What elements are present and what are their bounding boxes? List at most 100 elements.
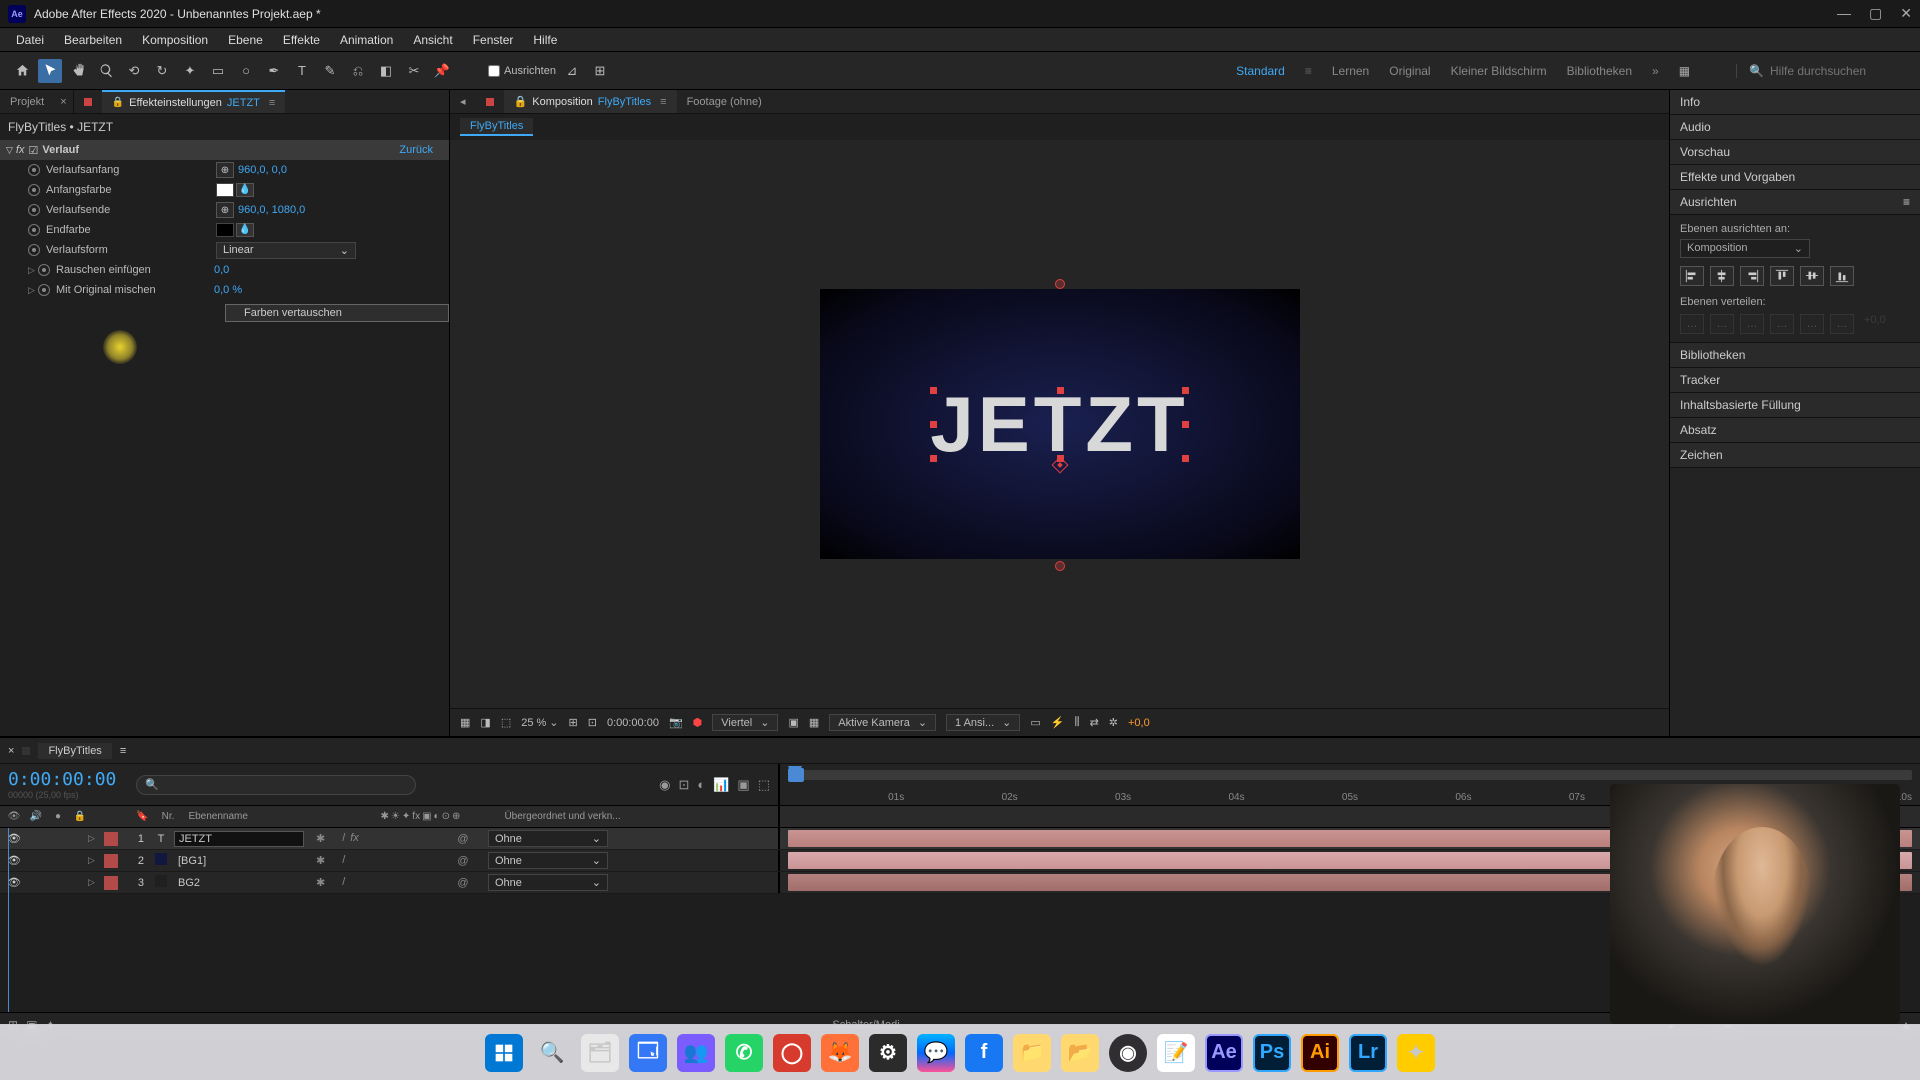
home-tool[interactable]: [10, 59, 34, 83]
roi-icon[interactable]: ▣: [788, 716, 798, 729]
selection-handle[interactable]: [930, 387, 937, 394]
selection-handle[interactable]: [930, 421, 937, 428]
res-grid-icon[interactable]: ⊞: [569, 716, 578, 729]
resolution-select[interactable]: Viertel⌄: [712, 714, 778, 731]
layer-color-swatch[interactable]: [104, 832, 118, 846]
workspace-standard[interactable]: Standard: [1236, 64, 1285, 78]
stopwatch-icon[interactable]: [28, 184, 40, 196]
pickwhip-icon[interactable]: @: [456, 833, 470, 845]
tl-blur-icon[interactable]: ◐: [697, 777, 705, 793]
reset-button[interactable]: Zurück: [399, 144, 443, 156]
timeline-search[interactable]: 🔍: [136, 775, 416, 795]
fast-preview-icon[interactable]: ⚡: [1051, 716, 1065, 729]
tab-komposition[interactable]: 🔒 Komposition FlyByTitles ≡: [504, 90, 677, 113]
maximize-button[interactable]: ▢: [1869, 5, 1882, 22]
lightroom-icon[interactable]: Lr: [1349, 1034, 1387, 1072]
app-icon[interactable]: ⚙: [869, 1034, 907, 1072]
selection-handle[interactable]: [930, 455, 937, 462]
anchor-tool[interactable]: ✦: [178, 59, 202, 83]
rotate-tool[interactable]: ↻: [150, 59, 174, 83]
panel-bibliotheken[interactable]: Bibliotheken: [1670, 343, 1920, 368]
brush-tool[interactable]: ✎: [318, 59, 342, 83]
expand-icon[interactable]: ▷: [88, 877, 98, 888]
menu-komposition[interactable]: Komposition: [132, 30, 218, 50]
align-left-icon[interactable]: [1680, 266, 1704, 286]
swap-colors-button[interactable]: Farben vertauschen: [225, 304, 449, 322]
panel-effekte[interactable]: Effekte und Vorgaben: [1670, 165, 1920, 190]
effect-verlauf-header[interactable]: ▽ fx ☑ Verlauf Zurück: [0, 140, 449, 160]
stopwatch-icon[interactable]: [28, 164, 40, 176]
whatsapp-icon[interactable]: ✆: [725, 1034, 763, 1072]
label-column-icon[interactable]: 🔖: [136, 811, 148, 822]
timecode-display[interactable]: 0:00:00:00: [607, 717, 659, 729]
channel-icon[interactable]: ⬢: [693, 716, 703, 729]
layer-name[interactable]: BG2: [174, 876, 304, 890]
stopwatch-icon[interactable]: [38, 284, 50, 296]
menu-ebene[interactable]: Ebene: [218, 30, 273, 50]
eye-column-icon[interactable]: 👁: [6, 811, 22, 822]
tab-effekteinstellungen[interactable]: 🔒 Effekteinstellungen JETZT ≡: [102, 90, 286, 113]
mask-toggle-icon[interactable]: ▦: [460, 716, 470, 729]
messenger-icon[interactable]: 💬: [917, 1034, 955, 1072]
panel-tracker[interactable]: Tracker: [1670, 368, 1920, 393]
help-search-input[interactable]: [1770, 64, 1910, 78]
layer-name[interactable]: [BG1]: [174, 854, 304, 868]
lock-column-icon[interactable]: 🔒: [72, 811, 88, 822]
ramp-end-handle[interactable]: [1055, 561, 1065, 571]
parent-select[interactable]: Ohne⌄: [488, 852, 608, 869]
roto-tool[interactable]: ✂: [402, 59, 426, 83]
selection-handle[interactable]: [1182, 387, 1189, 394]
panel-menu-icon[interactable]: ≡: [1903, 195, 1910, 209]
solo-column-icon[interactable]: ●: [50, 811, 66, 822]
panel-vorschau[interactable]: Vorschau: [1670, 140, 1920, 165]
verlaufsende-value[interactable]: 960,0, 1080,0: [238, 204, 305, 216]
workspace-original[interactable]: Original: [1389, 64, 1430, 78]
pen-tool[interactable]: ✒: [262, 59, 286, 83]
rauschen-value[interactable]: 0,0: [214, 264, 229, 276]
selection-handle[interactable]: [1182, 421, 1189, 428]
folder-icon[interactable]: 📂: [1061, 1034, 1099, 1072]
align-bottom-icon[interactable]: [1830, 266, 1854, 286]
layer-color-swatch[interactable]: [104, 854, 118, 868]
workspace-kleiner[interactable]: Kleiner Bildschirm: [1451, 64, 1547, 78]
views-select[interactable]: 1 Ansi...⌄: [946, 714, 1020, 731]
expand-icon[interactable]: ▷: [28, 285, 38, 296]
selection-handle[interactable]: [1057, 387, 1064, 394]
facebook-icon[interactable]: f: [965, 1034, 1003, 1072]
pixel-aspect-icon[interactable]: ▭: [1030, 716, 1040, 729]
panel-ausrichten[interactable]: Ausrichten≡: [1670, 190, 1920, 215]
orbit-tool[interactable]: ⟲: [122, 59, 146, 83]
pickwhip-icon[interactable]: @: [456, 855, 470, 867]
menu-animation[interactable]: Animation: [330, 30, 403, 50]
taskbar-search[interactable]: 🔍: [533, 1034, 571, 1072]
align-vcenter-icon[interactable]: [1800, 266, 1824, 286]
snap-grid-icon[interactable]: ⊞: [588, 59, 612, 83]
app-icon[interactable]: ✦: [1397, 1034, 1435, 1072]
tl-shy-icon[interactable]: ◉: [659, 777, 670, 793]
tl-close-icon[interactable]: ×: [8, 745, 14, 757]
app-icon[interactable]: ◯: [773, 1034, 811, 1072]
guides-icon[interactable]: ⊡: [588, 716, 597, 729]
tl-draft-icon[interactable]: ⊡: [678, 777, 689, 793]
speaker-column-icon[interactable]: 🔊: [28, 811, 44, 822]
mask-vis-icon[interactable]: ⬚: [501, 716, 511, 729]
tl-render-icon[interactable]: ⬚: [758, 777, 770, 793]
end-color-swatch[interactable]: [216, 223, 234, 237]
zoom-level[interactable]: 25 % ⌄: [521, 716, 558, 729]
panel-info[interactable]: Info: [1670, 90, 1920, 115]
start-color-swatch[interactable]: [216, 183, 234, 197]
ramp-start-handle[interactable]: [1055, 279, 1065, 289]
eraser-tool[interactable]: ◧: [374, 59, 398, 83]
panel-zeichen[interactable]: Zeichen: [1670, 443, 1920, 468]
rect-tool[interactable]: ▭: [206, 59, 230, 83]
hand-tool[interactable]: [66, 59, 90, 83]
align-right-icon[interactable]: [1740, 266, 1764, 286]
crosshair-icon[interactable]: ⊕: [216, 202, 234, 218]
comp-flow[interactable]: FlyByTitles: [450, 114, 1669, 140]
teams-icon[interactable]: 👥: [677, 1034, 715, 1072]
panel-audio[interactable]: Audio: [1670, 115, 1920, 140]
pickwhip-icon[interactable]: @: [456, 877, 470, 889]
layer-name[interactable]: JETZT: [174, 831, 304, 847]
alpha-toggle-icon[interactable]: ◨: [480, 716, 490, 729]
timeline-tab[interactable]: FlyByTitles: [38, 743, 111, 759]
